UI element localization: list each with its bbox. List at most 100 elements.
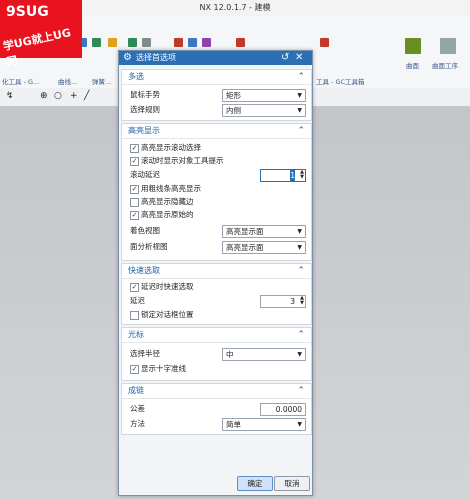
method-select[interactable]: 简单 ▼ — [222, 418, 306, 431]
collapse-icon[interactable]: ⌃ — [297, 328, 305, 342]
tolerance-label: 公差 — [130, 404, 145, 413]
ok-button[interactable]: 确定 — [237, 476, 273, 491]
section-multi-select: 多选 ⌃ 鼠标手势 矩形 ▼ 选择规则 内侧 ▼ — [121, 69, 312, 121]
ribbon-group-label: 工具 - GC工具箱 — [316, 78, 365, 86]
delayed-pick-checkbox[interactable]: ✓ — [130, 283, 139, 292]
triangle-tool-icon[interactable] — [142, 38, 151, 47]
analysis-view-label: 面分析视图 — [130, 242, 168, 251]
point-icon[interactable]: ⊕ — [40, 91, 48, 101]
chevron-down-icon: ▼ — [297, 421, 302, 428]
select-value: 中 — [226, 350, 234, 359]
ribbon-group-label: 曲面工序 — [432, 62, 458, 70]
ribbon-group-label: 曲面 — [406, 62, 419, 70]
rule-select[interactable]: 内侧 ▼ — [222, 104, 306, 117]
chevron-down-icon: ▼ — [297, 92, 302, 99]
tolerance-input[interactable]: 0.0000 — [260, 403, 306, 416]
pick-delay-input[interactable]: 3 ▲ ▼ — [260, 295, 306, 308]
checkbox-label: 用粗线条高亮显示 — [141, 184, 201, 193]
watermark-logo: 9SUG 学UG就上UG网 — [0, 0, 82, 69]
spin-value: 1 — [290, 170, 295, 181]
scroll-delay-input[interactable]: 1 ▲ ▼ — [260, 169, 306, 182]
watermark-line1: 9SUG — [6, 4, 49, 20]
spinner-icon[interactable]: ▲ ▼ — [300, 170, 304, 180]
surface-op-icon[interactable] — [440, 38, 456, 54]
section-header[interactable]: 光标 ⌃ — [122, 328, 311, 343]
section-header[interactable]: 快速选取 ⌃ — [122, 264, 311, 279]
scroll-delay-label: 滚动延迟 — [130, 170, 160, 179]
section-chaining: 成链 ⌃ 公差 0.0000 方法 简单 ▼ — [121, 383, 312, 435]
gear-icon: ⚙ — [123, 52, 132, 63]
collapse-icon[interactable]: ⌃ — [297, 384, 305, 398]
spinner-icon[interactable]: ▲ ▼ — [300, 296, 304, 306]
section-title: 光标 — [128, 330, 144, 339]
line-icon[interactable]: ╱ — [84, 91, 89, 101]
radius-label: 选择半径 — [130, 349, 160, 358]
section-title: 成链 — [128, 386, 144, 395]
reset-icon[interactable]: ↺ — [281, 51, 289, 65]
dialog-footer: 确定 取消 — [119, 471, 312, 495]
delete-tool-icon[interactable] — [320, 38, 329, 47]
checkbox-label: 锁定对话框位置 — [141, 310, 194, 319]
dialog-titlebar[interactable]: ⚙ 选择首选项 ↺ ✕ — [119, 51, 312, 65]
ribbon-group-label: 曲线... — [58, 78, 78, 86]
checkbox-label: 高亮显示滚动选择 — [141, 143, 201, 152]
crosshair-checkbox[interactable]: ✓ — [130, 365, 139, 374]
gesture-select[interactable]: 矩形 ▼ — [222, 89, 306, 102]
doc-tool-icon[interactable] — [174, 38, 183, 47]
curve-icon[interactable]: ↯ — [6, 91, 14, 101]
rule-label: 选择规则 — [130, 105, 160, 114]
section-title: 高亮显示 — [128, 126, 160, 135]
analysis-view-select[interactable]: 高亮显示面 ▼ — [222, 241, 306, 254]
checkbox-label: 高亮显示原始的 — [141, 210, 194, 219]
selection-preferences-dialog: ⚙ 选择首选项 ↺ ✕ 多选 ⌃ 鼠标手势 矩形 ▼ 选择规则 内侧 ▼ 高亮显示 … — [118, 50, 313, 496]
table-tool-icon[interactable] — [188, 38, 197, 47]
tolerance-value: 0.0000 — [275, 405, 302, 414]
collapse-icon[interactable]: ⌃ — [297, 264, 305, 278]
checkbox-label: 延迟时快速选取 — [141, 282, 194, 291]
select-value: 简单 — [226, 420, 241, 429]
section-header[interactable]: 多选 ⌃ — [122, 70, 311, 85]
measure-tool-icon[interactable] — [236, 38, 245, 47]
spring-tool-icon[interactable] — [108, 38, 117, 47]
cancel-button[interactable]: 取消 — [274, 476, 310, 491]
section-highlight: 高亮显示 ⌃ ✓ 高亮显示滚动选择 ✓ 滚动时显示对象工具提示 滚动延迟 1 ▲ ▼ ✓… — [121, 123, 312, 261]
chevron-down-icon: ▼ — [297, 351, 302, 358]
collapse-icon[interactable]: ⌃ — [297, 124, 305, 138]
section-cursor: 光标 ⌃ 选择半径 中 ▼ ✓ 显示十字准线 — [121, 327, 312, 381]
lock-position-checkbox[interactable] — [130, 311, 139, 320]
grid-tool-icon[interactable] — [202, 38, 211, 47]
chevron-down-icon: ▼ — [297, 244, 302, 251]
method-label: 方法 — [130, 419, 145, 428]
dialog-title: 选择首选项 — [136, 53, 176, 62]
thick-line-checkbox[interactable]: ✓ — [130, 185, 139, 194]
section-title: 多选 — [128, 72, 144, 81]
section-header[interactable]: 成链 ⌃ — [122, 384, 311, 399]
hidden-edges-checkbox[interactable] — [130, 198, 139, 207]
tooltip-checkbox[interactable]: ✓ — [130, 157, 139, 166]
shaded-view-label: 着色视图 — [130, 226, 160, 235]
section-header[interactable]: 高亮显示 ⌃ — [122, 124, 311, 139]
select-value: 高亮显示面 — [226, 243, 264, 252]
select-value: 内侧 — [226, 106, 241, 115]
checkbox-label: 显示十字准线 — [141, 364, 186, 373]
spin-value: 3 — [290, 297, 295, 306]
section-quick-pick: 快速选取 ⌃ ✓ 延迟时快速选取 延迟 3 ▲ ▼ 锁定对话框位置 — [121, 263, 312, 325]
scroll-select-checkbox[interactable]: ✓ — [130, 144, 139, 153]
plus-icon[interactable]: + — [70, 91, 78, 101]
ribbon-group-label: 化工具 - G... — [2, 78, 40, 86]
surface-icon[interactable] — [405, 38, 421, 54]
check-tool-icon[interactable] — [128, 38, 137, 47]
shaded-view-select[interactable]: 高亮显示面 ▼ — [222, 225, 306, 238]
chevron-down-icon: ▼ — [297, 107, 302, 114]
gesture-label: 鼠标手势 — [130, 90, 160, 99]
close-icon[interactable]: ✕ — [295, 51, 303, 65]
checkbox-label: 滚动时显示对象工具提示 — [141, 156, 224, 165]
ribbon-group-label: 弹簧... — [92, 78, 112, 86]
checkbox-label: 高亮显示隐藏边 — [141, 197, 194, 206]
pick-delay-label: 延迟 — [130, 296, 145, 305]
circle-icon[interactable]: ○ — [54, 91, 62, 101]
original-checkbox[interactable]: ✓ — [130, 211, 139, 220]
curve-tool-icon[interactable] — [92, 38, 101, 47]
collapse-icon[interactable]: ⌃ — [297, 70, 305, 84]
radius-select[interactable]: 中 ▼ — [222, 348, 306, 361]
